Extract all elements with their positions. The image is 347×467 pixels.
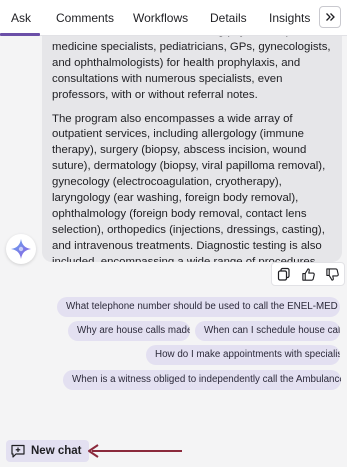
- thumbs-down-icon: [325, 267, 339, 281]
- copy-button[interactable]: [275, 265, 293, 283]
- suggestion-chip[interactable]: How do I make appointments with speciali…: [146, 345, 340, 365]
- tab-comments[interactable]: Comments: [56, 0, 114, 36]
- tab-ask[interactable]: Ask: [11, 0, 31, 36]
- message-actions: [271, 262, 345, 286]
- suggestion-chip[interactable]: What telephone number should be used to …: [57, 297, 340, 317]
- message-text: cities, consultations with attending phy…: [52, 36, 336, 262]
- new-chat-icon: [11, 444, 25, 458]
- double-chevron-right-icon: [326, 13, 335, 21]
- thumbs-up-icon: [301, 267, 315, 281]
- new-chat-label: New chat: [31, 445, 82, 457]
- suggestion-chip[interactable]: When can I schedule house calls?: [195, 321, 340, 341]
- thumbs-up-button[interactable]: [299, 265, 317, 283]
- thumbs-down-button[interactable]: [323, 265, 341, 283]
- suggestion-chip[interactable]: Why are house calls made?: [68, 321, 190, 341]
- more-tabs-button[interactable]: [319, 6, 341, 28]
- tab-bar: Ask Comments Workflows Details Insights: [0, 0, 347, 36]
- annotation-arrow-icon: [88, 444, 182, 458]
- tab-workflows[interactable]: Workflows: [133, 0, 188, 36]
- tab-insights[interactable]: Insights: [269, 0, 310, 36]
- assistant-message: cities, consultations with attending phy…: [42, 36, 342, 262]
- copy-icon: [277, 267, 290, 281]
- tab-details[interactable]: Details: [210, 0, 247, 36]
- message-paragraph: cities, consultations with attending phy…: [52, 36, 331, 101]
- sparkle-icon: [11, 239, 31, 259]
- assistant-avatar: [6, 234, 36, 264]
- new-chat-button[interactable]: New chat: [6, 440, 89, 462]
- message-paragraph: The program also encompasses a wide arra…: [52, 112, 326, 262]
- active-tab-indicator: [0, 33, 40, 36]
- suggestion-chip[interactable]: When is a witness obliged to independent…: [63, 370, 341, 390]
